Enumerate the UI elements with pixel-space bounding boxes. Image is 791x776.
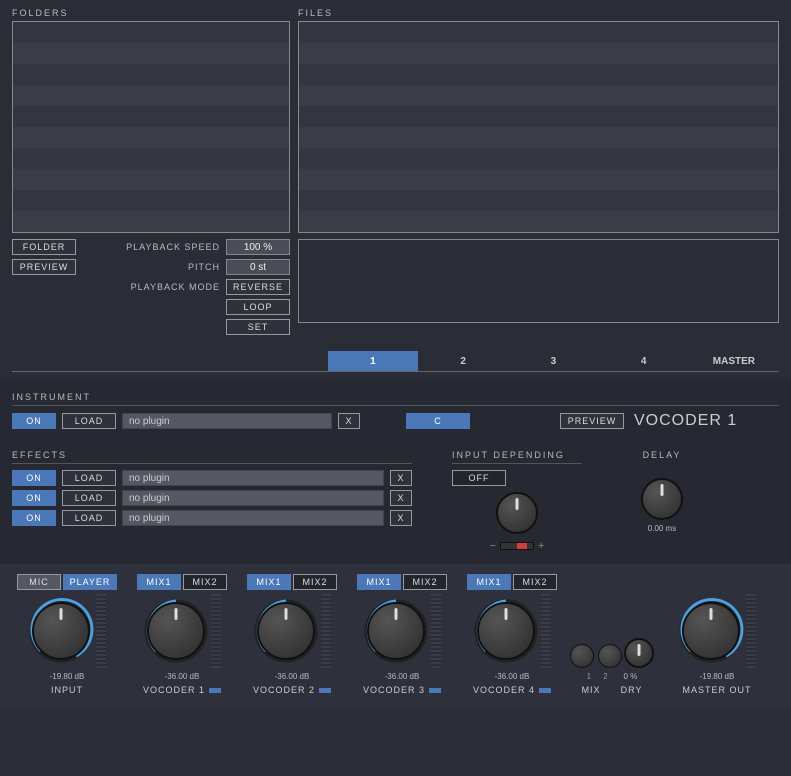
master-meter: [746, 594, 756, 668]
input-depending-off-button[interactable]: OFF: [452, 470, 506, 486]
set-button[interactable]: SET: [226, 319, 290, 335]
folders-label: FOLDERS: [12, 8, 290, 18]
fx2-load-button[interactable]: LOAD: [62, 490, 116, 506]
fx1-plugin-slot[interactable]: no plugin: [122, 470, 384, 486]
waveform-display[interactable]: [298, 239, 779, 323]
voc4-gain-knob[interactable]: [477, 602, 535, 660]
voc1-mix1-button[interactable]: MIX1: [137, 574, 181, 590]
voc4-label: VOCODER 4: [473, 685, 535, 695]
input-gain-knob[interactable]: [32, 602, 90, 660]
dry-value: 0 %: [624, 672, 638, 681]
mix-num-2: 2: [603, 672, 607, 681]
master-gain-knob[interactable]: [682, 602, 740, 660]
voc2-db: -36.00 dB: [275, 672, 310, 681]
fx3-on-button[interactable]: ON: [12, 510, 56, 526]
vocoder-tabs: 1 2 3 4 MASTER: [12, 351, 779, 372]
preview-button[interactable]: PREVIEW: [12, 259, 76, 275]
voc4-mix2-button[interactable]: MIX2: [513, 574, 557, 590]
fx3-plugin-slot[interactable]: no plugin: [122, 510, 384, 526]
input-channel-label: INPUT: [51, 685, 83, 695]
instrument-label: INSTRUMENT: [12, 392, 779, 402]
loop-button[interactable]: LOOP: [226, 299, 290, 315]
instrument-on-button[interactable]: ON: [12, 413, 56, 429]
pitch-label: PITCH: [104, 262, 220, 272]
mix-num-1: 1: [587, 672, 591, 681]
effects-label: EFFECTS: [12, 450, 412, 460]
delay-value: 0.00 ms: [648, 524, 676, 533]
voc3-label: VOCODER 3: [363, 685, 425, 695]
files-label: FILES: [298, 8, 779, 18]
tab-3[interactable]: 3: [508, 351, 598, 371]
folder-button[interactable]: FOLDER: [12, 239, 76, 255]
voc1-gain-knob[interactable]: [147, 602, 205, 660]
fx2-plugin-slot[interactable]: no plugin: [122, 490, 384, 506]
voc3-db: -36.00 dB: [385, 672, 420, 681]
instrument-clear-button[interactable]: X: [338, 413, 360, 429]
playback-mode-label: PLAYBACK MODE: [104, 282, 220, 292]
master-db: -19.80 dB: [700, 672, 735, 681]
input-depending-label: INPUT DEPENDING: [452, 450, 582, 460]
mix2-knob[interactable]: [598, 644, 622, 668]
master-label: MASTER OUT: [682, 685, 751, 695]
input-depending-knob[interactable]: [496, 492, 538, 534]
fx1-on-button[interactable]: ON: [12, 470, 56, 486]
dry-label: DRY: [621, 685, 643, 695]
voc1-meter: [211, 594, 221, 668]
voc1-led: [209, 688, 221, 693]
fx1-clear-button[interactable]: X: [390, 470, 412, 486]
voc1-label: VOCODER 1: [143, 685, 205, 695]
vocoder-title: VOCODER 1: [634, 412, 737, 430]
voc4-meter: [541, 594, 551, 668]
reverse-button[interactable]: REVERSE: [226, 279, 290, 295]
input-db: -19.80 dB: [50, 672, 85, 681]
delay-knob[interactable]: [641, 478, 683, 520]
fx2-on-button[interactable]: ON: [12, 490, 56, 506]
instrument-preview-button[interactable]: PREVIEW: [560, 413, 624, 429]
fx3-clear-button[interactable]: X: [390, 510, 412, 526]
pitch-value[interactable]: 0 st: [226, 259, 290, 275]
voc2-meter: [321, 594, 331, 668]
playback-speed-value[interactable]: 100 %: [226, 239, 290, 255]
folders-list[interactable]: [12, 21, 290, 233]
dry-knob[interactable]: [624, 638, 654, 668]
voc3-meter: [431, 594, 441, 668]
voc2-led: [319, 688, 331, 693]
tab-2[interactable]: 2: [418, 351, 508, 371]
instrument-load-button[interactable]: LOAD: [62, 413, 116, 429]
voc2-mix2-button[interactable]: MIX2: [293, 574, 337, 590]
voc1-mix2-button[interactable]: MIX2: [183, 574, 227, 590]
voc3-mix1-button[interactable]: MIX1: [357, 574, 401, 590]
voc4-db: -36.00 dB: [495, 672, 530, 681]
mix-label: MIX: [582, 685, 601, 695]
voc3-led: [429, 688, 441, 693]
player-button[interactable]: PLAYER: [63, 574, 117, 590]
input-depending-indicator: −+: [490, 540, 545, 552]
rootnote-selector[interactable]: C: [406, 413, 470, 429]
voc2-label: VOCODER 2: [253, 685, 315, 695]
tab-master[interactable]: MASTER: [689, 351, 779, 371]
voc2-gain-knob[interactable]: [257, 602, 315, 660]
voc3-mix2-button[interactable]: MIX2: [403, 574, 447, 590]
fx1-load-button[interactable]: LOAD: [62, 470, 116, 486]
mic-button[interactable]: MIC: [17, 574, 61, 590]
voc4-mix1-button[interactable]: MIX1: [467, 574, 511, 590]
tab-4[interactable]: 4: [599, 351, 689, 371]
voc1-db: -36.00 dB: [165, 672, 200, 681]
fx2-clear-button[interactable]: X: [390, 490, 412, 506]
mix1-knob[interactable]: [570, 644, 594, 668]
playback-speed-label: PLAYBACK SPEED: [104, 242, 220, 252]
voc3-gain-knob[interactable]: [367, 602, 425, 660]
delay-label: DELAY: [602, 450, 722, 460]
files-list[interactable]: [298, 21, 779, 233]
input-meter: [96, 594, 106, 668]
voc2-mix1-button[interactable]: MIX1: [247, 574, 291, 590]
instrument-plugin-slot[interactable]: no plugin: [122, 413, 332, 429]
tab-1[interactable]: 1: [328, 351, 418, 371]
voc4-led: [539, 688, 551, 693]
fx3-load-button[interactable]: LOAD: [62, 510, 116, 526]
